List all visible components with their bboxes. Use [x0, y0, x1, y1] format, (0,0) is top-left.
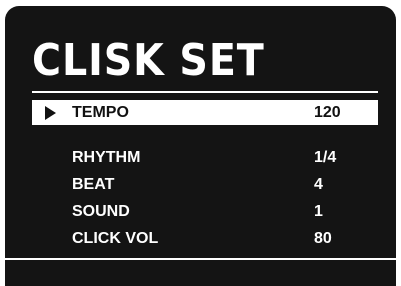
menu-item-value: 1	[314, 203, 323, 220]
menu-item-label: BEAT	[72, 176, 115, 193]
play-arrow-icon	[45, 106, 56, 120]
screen-title: CLISK SET	[32, 35, 265, 86]
bottom-divider	[5, 258, 396, 260]
menu-item-rhythm[interactable]: RHYTHM 1/4	[32, 145, 378, 170]
menu-item-label: CLICK VOL	[72, 230, 159, 247]
menu-item-value: 4	[314, 176, 323, 193]
menu-item-label: RHYTHM	[72, 149, 141, 166]
menu-item-label: TEMPO	[72, 104, 129, 121]
clisk-set-screen: CLISK SET TEMPO 120 RHYTHM 1/4 BEAT 4 SO…	[5, 6, 396, 286]
menu-item-value: 120	[314, 104, 341, 121]
title-divider	[32, 91, 378, 93]
menu-item-sound[interactable]: SOUND 1	[32, 199, 378, 224]
menu-item-label: SOUND	[72, 203, 130, 220]
menu-item-value: 80	[314, 230, 332, 247]
menu-item-click-vol[interactable]: CLICK VOL 80	[32, 226, 378, 251]
menu-item-beat[interactable]: BEAT 4	[32, 172, 378, 197]
menu-item-tempo[interactable]: TEMPO 120	[32, 100, 378, 125]
menu-item-value: 1/4	[314, 149, 337, 166]
